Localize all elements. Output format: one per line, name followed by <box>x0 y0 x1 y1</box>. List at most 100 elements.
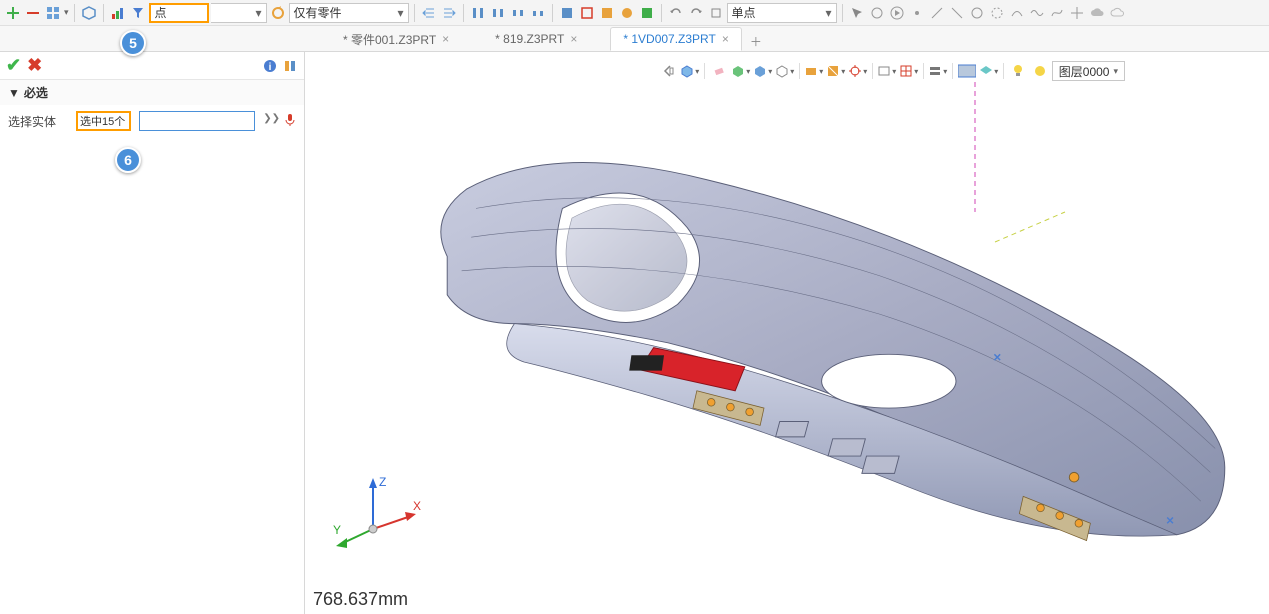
filter-type-label: 点 <box>155 4 167 21</box>
close-icon[interactable]: × <box>570 32 577 46</box>
tool-b-icon[interactable] <box>578 4 596 22</box>
filter-type-dropdown[interactable]: 点 <box>149 3 209 23</box>
vp-color-swatch[interactable] <box>957 61 977 81</box>
scope-dropdown[interactable]: 仅有零件 ▾ <box>289 3 409 23</box>
chevron-down-icon: ▾ <box>256 6 262 20</box>
add-icon[interactable] <box>4 4 22 22</box>
tab-819[interactable]: * 819.Z3PRT × <box>482 27 590 51</box>
vp-cube2-icon[interactable] <box>753 61 773 81</box>
callout-6: 6 <box>115 147 141 173</box>
document-tabbar: * 零件001.Z3PRT × * 819.Z3PRT × * 1VD007.Z… <box>0 26 1269 52</box>
svg-text:Y: Y <box>333 523 341 537</box>
filter-type-dropdown-ext[interactable]: ▾ <box>211 3 267 23</box>
mic-icon[interactable] <box>284 113 296 130</box>
close-icon[interactable]: × <box>722 32 729 46</box>
left-properties-panel: ✔ ✖ i ▼ 必选 选择实体 选中15个 ❯❯ <box>0 52 305 614</box>
select-entity-value: 选中15个 <box>80 113 125 129</box>
undo-icon[interactable] <box>667 4 685 22</box>
circle2-icon[interactable] <box>968 4 986 22</box>
circle1-icon[interactable] <box>868 4 886 22</box>
svg-text:i: i <box>269 62 272 73</box>
close-icon[interactable]: × <box>442 32 449 46</box>
tool-f-icon[interactable] <box>707 4 725 22</box>
tool-e-icon[interactable] <box>638 4 656 22</box>
cloud2-icon[interactable] <box>1108 4 1126 22</box>
redo-icon[interactable] <box>687 4 705 22</box>
play-icon[interactable] <box>888 4 906 22</box>
info-icon[interactable]: i <box>262 58 278 74</box>
select-entity-count[interactable]: 选中15个 <box>76 111 131 131</box>
chevron-down-icon: ▾ <box>826 6 832 20</box>
view-triad: Z X Y <box>333 474 423 554</box>
expand-icon[interactable]: ❯❯ <box>263 113 280 130</box>
align-h4-icon[interactable] <box>529 4 547 22</box>
snap-mode-dropdown[interactable]: 单点 ▾ <box>727 3 837 23</box>
align-h2-icon[interactable] <box>489 4 507 22</box>
tab-label: * 零件001.Z3PRT <box>343 31 436 48</box>
model-bumper <box>375 122 1249 554</box>
funnel-icon[interactable] <box>129 4 147 22</box>
tab-part001[interactable]: * 零件001.Z3PRT × <box>330 27 462 51</box>
indent-right-icon[interactable] <box>440 4 458 22</box>
status-dimension: 768.637mm <box>305 585 416 614</box>
select-entity-input[interactable] <box>139 111 255 131</box>
callout-5: 5 <box>120 30 146 56</box>
vp-eraser-icon[interactable] <box>709 61 729 81</box>
top-toolbar: ▾ 点 ▾ 仅有零件 ▾ <box>0 0 1269 26</box>
vp-bulb-icon[interactable] <box>1008 61 1028 81</box>
section-required[interactable]: ▼ 必选 <box>0 80 304 105</box>
tab-label: * 1VD007.Z3PRT <box>623 32 716 46</box>
snap1-icon[interactable] <box>1068 4 1086 22</box>
tool-a-icon[interactable] <box>558 4 576 22</box>
vp-sect-icon[interactable] <box>826 61 846 81</box>
dot-icon[interactable] <box>908 4 926 22</box>
confirm-icon[interactable]: ✔ <box>6 55 21 76</box>
select-entity-label: 选择实体 <box>8 113 68 130</box>
hexagon-icon[interactable] <box>80 4 98 22</box>
vp-view-icon[interactable] <box>680 61 700 81</box>
wave-icon[interactable] <box>1028 4 1046 22</box>
vp-target-icon[interactable] <box>848 61 868 81</box>
spline-icon[interactable] <box>1048 4 1066 22</box>
vp-box-icon[interactable] <box>804 61 824 81</box>
align-h1-icon[interactable] <box>469 4 487 22</box>
refresh-icon[interactable] <box>269 4 287 22</box>
snap-mode-label: 单点 <box>732 4 756 21</box>
chart-icon[interactable] <box>109 4 127 22</box>
tool-d-icon[interactable] <box>618 4 636 22</box>
indent-left-icon[interactable] <box>420 4 438 22</box>
vp-layer-icon[interactable] <box>979 61 999 81</box>
align-h3-icon[interactable] <box>509 4 527 22</box>
section-label: 必选 <box>24 84 48 101</box>
vp-cube3-icon[interactable] <box>775 61 795 81</box>
row-select-entity: 选择实体 选中15个 ❯❯ <box>0 105 304 137</box>
chevron-down-icon: ▾ <box>1113 66 1118 77</box>
cursor-icon[interactable] <box>848 4 866 22</box>
arc-icon[interactable] <box>1008 4 1026 22</box>
cloud-icon[interactable] <box>1088 4 1106 22</box>
3d-viewport[interactable]: 图层0000 ▾ <box>305 52 1269 614</box>
layer-dropdown[interactable]: 图层0000 ▾ <box>1052 61 1125 81</box>
circle3-icon[interactable] <box>988 4 1006 22</box>
layer-label: 图层0000 <box>1059 63 1110 80</box>
tab-1vd007[interactable]: * 1VD007.Z3PRT × <box>610 27 742 51</box>
panel-header: ✔ ✖ i <box>0 52 304 80</box>
vp-cube1-icon[interactable] <box>731 61 751 81</box>
vp-stack-icon[interactable] <box>928 61 948 81</box>
collapse-triangle-icon: ▼ <box>8 86 20 100</box>
line-icon[interactable] <box>928 4 946 22</box>
vp-grid-icon[interactable] <box>899 61 919 81</box>
grid-icon[interactable] <box>44 4 62 22</box>
line2-icon[interactable] <box>948 4 966 22</box>
remove-icon[interactable] <box>24 4 42 22</box>
cancel-icon[interactable]: ✖ <box>27 55 42 76</box>
vp-back-icon[interactable] <box>658 61 678 81</box>
vp-warn-icon[interactable] <box>1030 61 1050 81</box>
tool-c-icon[interactable] <box>598 4 616 22</box>
reset-icon[interactable] <box>282 58 298 74</box>
svg-text:X: X <box>413 499 421 513</box>
viewport-toolbar: 图层0000 ▾ <box>654 58 1129 84</box>
vp-rect-icon[interactable] <box>877 61 897 81</box>
tab-label: * 819.Z3PRT <box>495 32 564 46</box>
tab-add-button[interactable]: ＋ <box>746 31 766 51</box>
